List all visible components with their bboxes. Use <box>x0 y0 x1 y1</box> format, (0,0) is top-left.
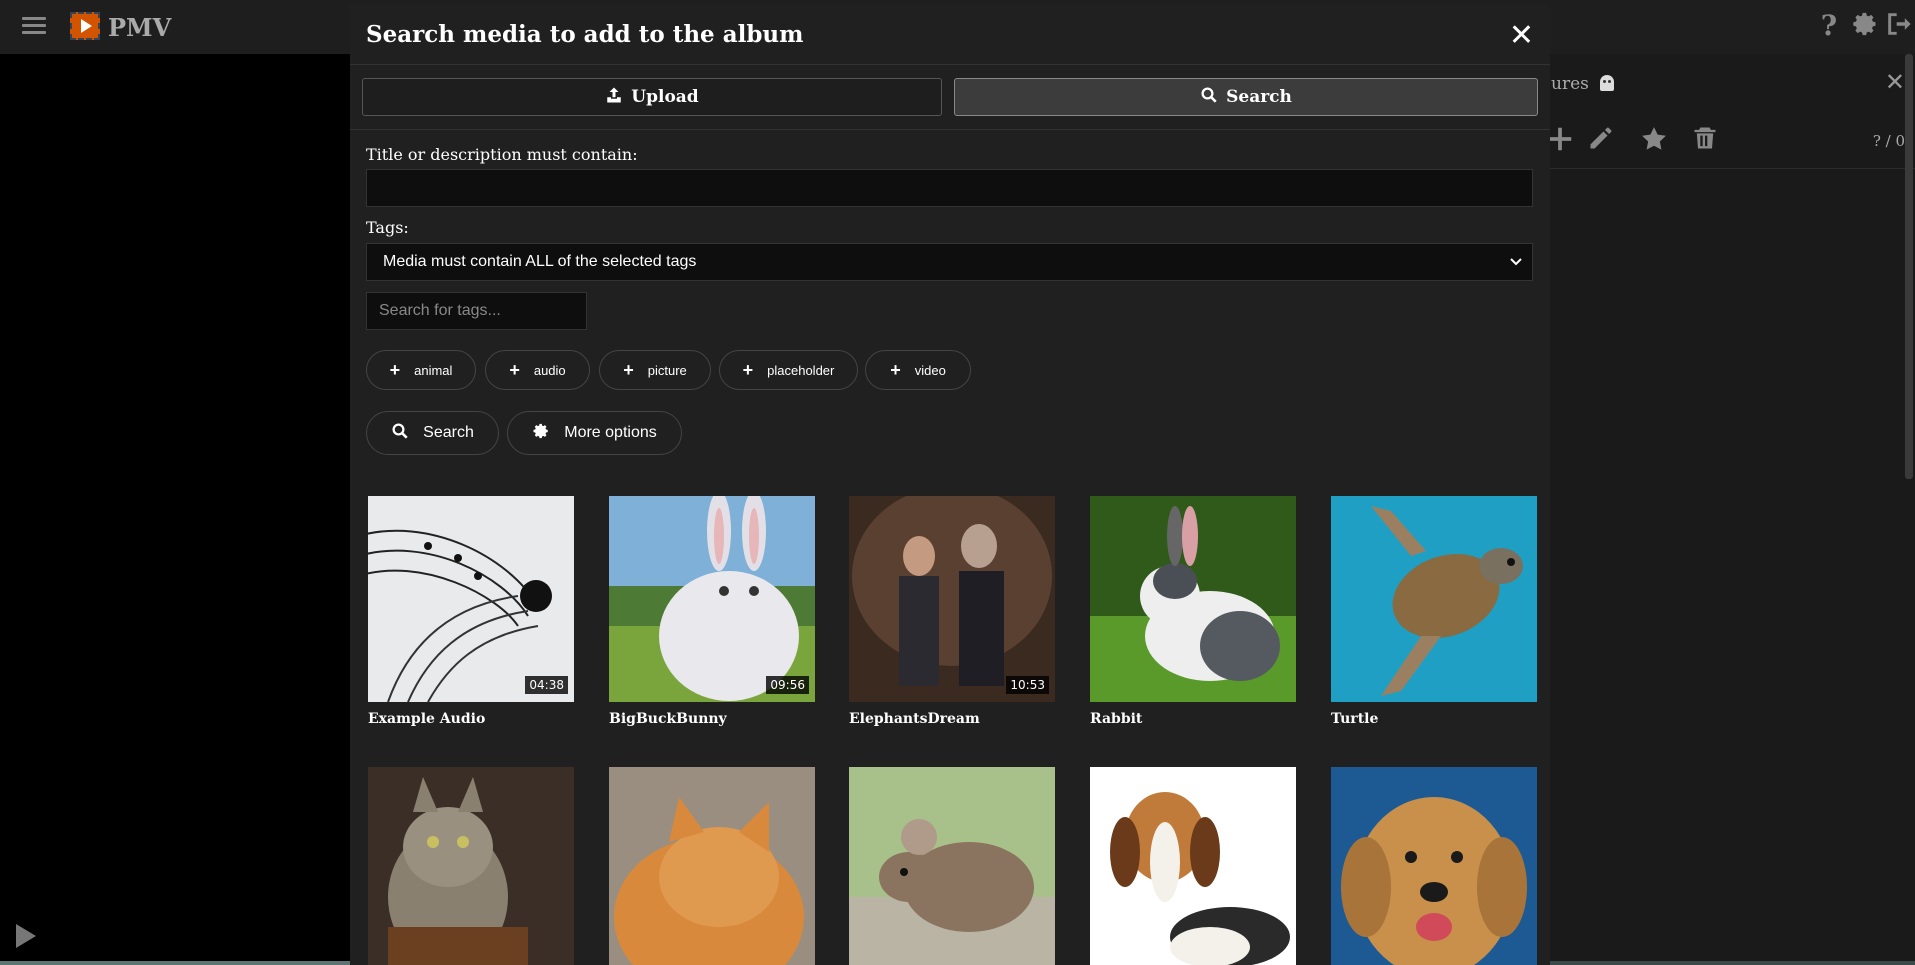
divider <box>1549 168 1915 169</box>
side-panel-close-icon[interactable]: ✕ <box>1885 68 1905 96</box>
side-panel: ures ✕ ? / 0 <box>1548 54 1915 965</box>
media-title: Turtle <box>1331 711 1379 727</box>
app-title[interactable]: PMV <box>108 13 171 42</box>
upload-icon <box>605 86 623 109</box>
media-title: BigBuckBunny <box>609 711 727 727</box>
menu-icon[interactable] <box>22 14 46 36</box>
media-thumbnail <box>609 767 815 965</box>
media-thumbnail <box>849 767 1055 965</box>
tag-mode-select[interactable]: Media must contain ALL of the selected t… <box>366 243 1533 281</box>
media-thumbnail <box>368 767 574 965</box>
more-options-button[interactable]: More options <box>507 411 682 455</box>
tag-search-input[interactable]: Search for tags... <box>366 292 587 330</box>
media-thumbnail <box>1090 496 1296 702</box>
play-icon[interactable] <box>16 924 36 948</box>
pencil-icon[interactable] <box>1587 124 1617 154</box>
tags-label: Tags: <box>366 218 409 237</box>
tag-chip-placeholder[interactable]: + placeholder <box>719 350 858 390</box>
help-icon[interactable]: ? <box>1813 10 1845 42</box>
gear-icon[interactable] <box>1849 10 1881 42</box>
modal-title: Search media to add to the album <box>366 21 804 48</box>
search-icon <box>391 422 409 445</box>
item-counter: ? / 0 <box>1872 132 1905 150</box>
duration-badge: 09:56 <box>766 676 809 694</box>
media-title: Example Audio <box>368 711 486 727</box>
divider <box>350 64 1550 65</box>
chevron-down-icon <box>1510 244 1522 280</box>
tag-chip-animal[interactable]: + animal <box>366 350 476 390</box>
title-filter-label: Title or description must contain: <box>366 145 638 164</box>
divider <box>350 129 1550 130</box>
plus-icon: + <box>389 359 401 380</box>
title-filter-input[interactable] <box>366 169 1533 207</box>
duration-badge: 10:53 <box>1006 676 1049 694</box>
add-media-modal: Search media to add to the album ✕ Uploa… <box>350 5 1550 965</box>
ghost-icon <box>1600 75 1615 91</box>
media-title: Rabbit <box>1090 711 1143 727</box>
star-icon[interactable] <box>1639 124 1669 154</box>
tag-chip-video[interactable]: + video <box>865 350 971 390</box>
trash-icon[interactable] <box>1691 124 1721 154</box>
media-title: ElephantsDream <box>849 711 980 727</box>
plus-icon: + <box>623 359 634 380</box>
media-thumbnail: 04:38 <box>368 496 574 702</box>
side-panel-title: ures <box>1551 74 1615 94</box>
duration-badge: 04:38 <box>525 676 568 694</box>
app-logo[interactable] <box>70 12 100 40</box>
tag-chip-audio[interactable]: + audio <box>485 350 590 390</box>
media-thumbnail <box>1331 496 1537 702</box>
media-thumbnail: 09:56 <box>609 496 815 702</box>
search-icon <box>1200 86 1218 109</box>
tag-chip-picture[interactable]: + picture <box>599 350 711 390</box>
close-icon[interactable]: ✕ <box>1509 21 1534 51</box>
tab-upload[interactable]: Upload <box>362 78 942 116</box>
scrollbar[interactable] <box>1905 54 1913 479</box>
gear-icon <box>532 422 550 445</box>
plus-icon: + <box>509 359 520 380</box>
logout-icon[interactable] <box>1883 10 1915 42</box>
tab-search[interactable]: Search <box>954 78 1538 116</box>
media-thumbnail <box>1090 767 1296 965</box>
media-thumbnail <box>1331 767 1537 965</box>
plus-icon: + <box>742 359 754 380</box>
search-button[interactable]: Search <box>366 411 499 455</box>
media-thumbnail: 10:53 <box>849 496 1055 702</box>
plus-icon: + <box>890 359 901 380</box>
